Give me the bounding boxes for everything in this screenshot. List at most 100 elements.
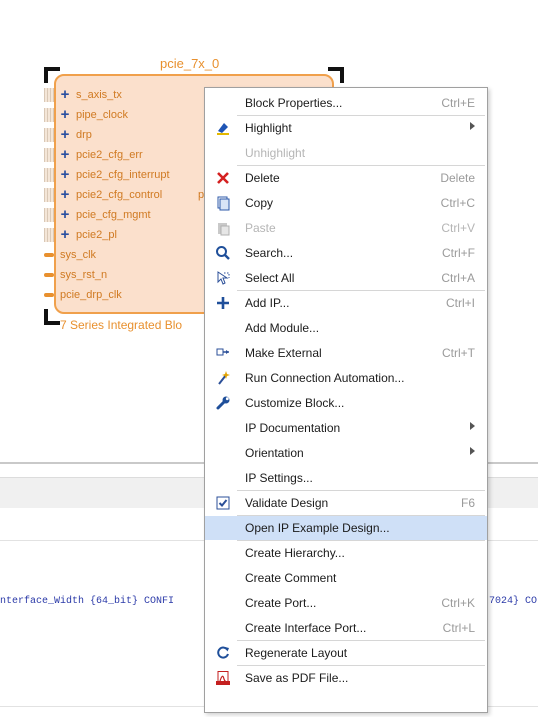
menu-item-label: Paste [245,221,276,235]
menu-item-unhighlight: Unhighlight [205,141,487,165]
pin-connector[interactable] [44,293,54,297]
menu-item-open-ip-example-design[interactable]: Open IP Example Design... [205,516,487,540]
menu-item-label: Copy [245,196,274,210]
select-all-icon [215,270,231,286]
paste-icon [215,220,231,236]
port-connector[interactable] [44,128,54,142]
menu-item-create-comment[interactable]: Create Comment [205,566,487,590]
menu-item-label: Create Hierarchy... [245,546,345,560]
block-instance-name: pcie_7x_0 [160,56,220,71]
menu-item-run-connection-automation[interactable]: Run Connection Automation... [205,366,487,390]
port-pcie-cfg-mgmt[interactable]: + pcie_cfg_mgmt [44,206,151,224]
menu-item-label: Orientation [245,446,304,460]
menu-item-block-properties[interactable]: Block Properties... Ctrl+E [205,91,487,115]
port-connector[interactable] [44,88,54,102]
port-connector[interactable] [44,208,54,222]
port-connector[interactable] [44,168,54,182]
expand-icon[interactable]: + [58,107,72,122]
port-connector[interactable] [44,188,54,202]
pin-connector[interactable] [44,273,54,277]
menu-item-save-as-pdf-file[interactable]: Save as PDF File... [205,666,487,690]
shortcut-label: Ctrl+C [440,196,475,210]
menu-item-label: Add Module... [245,321,320,335]
port-label: pcie2_cfg_interrupt [76,169,170,181]
expand-icon[interactable]: + [58,207,72,222]
port-connector[interactable] [44,108,54,122]
context-menu: Block Properties... Ctrl+E Highlight Unhigh… [204,87,488,713]
menu-item-label: Customize Block... [245,396,345,410]
port-s-axis-tx[interactable]: + s_axis_tx [44,86,122,104]
validate-icon [215,495,231,511]
menu-item-label: Add IP... [245,296,290,310]
port-label: sys_clk [60,249,97,261]
port-label: sys_rst_n [60,269,108,281]
expand-icon[interactable]: + [58,147,72,162]
port-pcie-drp-clk[interactable]: pcie_drp_clk [44,286,122,304]
menu-item-label: Validate Design [245,496,329,510]
wrench-icon [215,395,231,411]
expand-icon[interactable]: + [58,227,72,242]
menu-item-label: Select All [245,271,295,285]
menu-item-create-port[interactable]: Create Port... Ctrl+K [205,591,487,615]
port-label: pcie2_cfg_err [76,149,143,161]
menu-item-label: Highlight [245,121,292,135]
search-icon [215,245,231,261]
port-pcie2-cfg-err[interactable]: + pcie2_cfg_err [44,146,143,164]
menu-item-add-ip[interactable]: Add IP... Ctrl+I [205,291,487,315]
port-label: pcie_drp_clk [60,289,122,301]
menu-item-create-interface-port[interactable]: Create Interface Port... Ctrl+L [205,616,487,640]
menu-item-label: IP Documentation [245,421,341,435]
shortcut-label: Ctrl+A [441,271,475,285]
port-pcie2-cfg-interrupt[interactable]: + pcie2_cfg_interrupt [44,166,170,184]
port-sys-clk[interactable]: sys_clk [44,246,96,264]
port-label: pcie_cfg_mgmt [76,209,151,221]
menu-item-add-module[interactable]: Add Module... [205,316,487,340]
delete-icon [215,170,231,186]
expand-icon[interactable]: + [58,187,72,202]
port-label: pcie2_pl [76,229,117,241]
menu-item-ip-settings[interactable]: IP Settings... [205,466,487,490]
wand-icon [215,370,231,386]
port-pcie2-cfg-control[interactable]: + pcie2_cfg_control [44,186,162,204]
shortcut-label: Delete [440,171,475,185]
port-pipe-clock[interactable]: + pipe_clock [44,106,128,124]
port-label: s_axis_tx [76,89,122,101]
expand-icon[interactable]: + [58,87,72,102]
menu-item-label: Unhighlight [245,146,306,160]
submenu-arrow-icon [470,447,475,455]
menu-item-regenerate-layout[interactable]: Regenerate Layout [205,641,487,665]
menu-item-ip-documentation[interactable]: IP Documentation [205,416,487,440]
menu-item-validate-design[interactable]: Validate Design F6 [205,491,487,515]
menu-item-label: Make External [245,346,322,360]
port-drp[interactable]: + drp [44,126,92,144]
menu-item-paste: Paste Ctrl+V [205,216,487,240]
regenerate-icon [215,645,231,661]
submenu-arrow-icon [470,422,475,430]
menu-item-label: Block Properties... [245,96,343,110]
menu-item-copy[interactable]: Copy Ctrl+C [205,191,487,215]
expand-icon[interactable]: + [58,127,72,142]
menu-item-highlight[interactable]: Highlight [205,116,487,140]
menu-item-select-all[interactable]: Select All Ctrl+A [205,266,487,290]
shortcut-label: Ctrl+V [441,221,475,235]
port-sys-rst-n[interactable]: sys_rst_n [44,266,107,284]
expand-icon[interactable]: + [58,167,72,182]
menu-item-create-hierarchy[interactable]: Create Hierarchy... [205,541,487,565]
menu-item-label: Delete [245,171,280,185]
menu-item-label: Create Interface Port... [245,621,367,635]
menu-item-label: Create Comment [245,571,337,585]
menu-item-customize-block[interactable]: Customize Block... [205,391,487,415]
port-label: drp [76,129,92,141]
menu-item-label: Create Port... [245,596,317,610]
menu-item-orientation[interactable]: Orientation [205,441,487,465]
port-pcie2-pl[interactable]: + pcie2_pl [44,226,117,244]
console-text: nterface_Width {64_bit} CONFI [0,596,175,607]
menu-item-search[interactable]: Search... Ctrl+F [205,241,487,265]
port-connector[interactable] [44,228,54,242]
menu-item-delete[interactable]: Delete Delete [205,166,487,190]
menu-item-make-external[interactable]: Make External Ctrl+T [205,341,487,365]
copy-icon [215,195,231,211]
port-connector[interactable] [44,148,54,162]
shortcut-label: F6 [460,496,475,510]
pin-connector[interactable] [44,253,54,257]
